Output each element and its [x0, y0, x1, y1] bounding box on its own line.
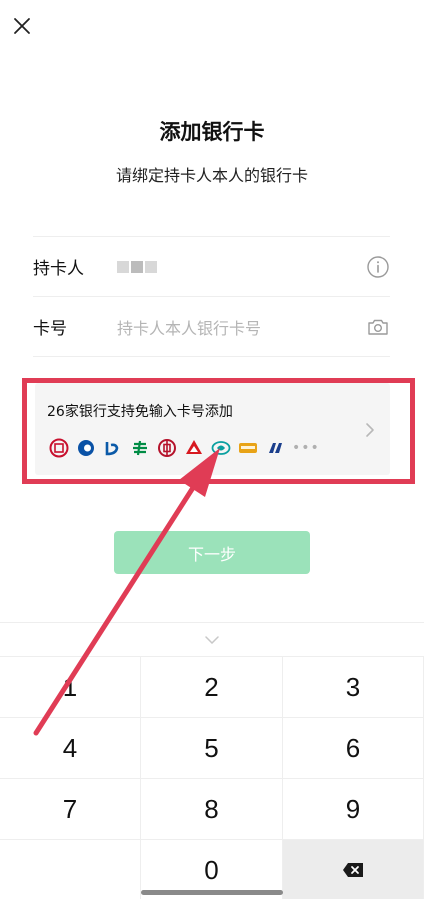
bank-logo-icon — [157, 438, 177, 458]
holder-name-masked — [117, 260, 366, 273]
home-indicator — [141, 890, 283, 895]
holder-info-button[interactable] — [366, 255, 390, 279]
key-delete[interactable] — [283, 840, 424, 899]
bank-logo-icon — [238, 438, 258, 458]
holder-row: 持卡人 — [33, 237, 390, 297]
holder-label: 持卡人 — [33, 259, 84, 279]
bank-logo-icon — [130, 438, 150, 458]
bank-logo-list: ••• — [49, 438, 320, 458]
scan-card-button[interactable] — [366, 315, 390, 339]
bank-logo-icon — [103, 438, 123, 458]
more-banks-indicator: ••• — [292, 440, 320, 456]
key-3[interactable]: 3 — [283, 657, 424, 718]
key-9[interactable]: 9 — [283, 779, 424, 840]
close-button[interactable] — [10, 14, 34, 38]
card-number-input[interactable]: 持卡人本人银行卡号 — [117, 315, 366, 339]
key-blank — [0, 840, 141, 899]
card-number-label: 卡号 — [33, 319, 67, 339]
keyboard-collapse-button[interactable] — [0, 623, 424, 657]
card-number-row[interactable]: 卡号 持卡人本人银行卡号 — [33, 297, 390, 357]
numeric-keyboard: 1 2 3 4 5 6 7 8 9 0 — [0, 622, 424, 899]
key-4[interactable]: 4 — [0, 718, 141, 779]
chevron-right-icon — [364, 421, 376, 439]
next-step-button[interactable]: 下一步 — [114, 531, 310, 574]
bank-logo-icon — [211, 438, 231, 458]
key-2[interactable]: 2 — [141, 657, 283, 718]
key-7[interactable]: 7 — [0, 779, 141, 840]
chevron-down-icon — [205, 635, 219, 644]
key-8[interactable]: 8 — [141, 779, 283, 840]
bank-logo-icon — [184, 438, 204, 458]
info-icon — [367, 255, 389, 278]
bank-logo-icon — [49, 438, 69, 458]
key-6[interactable]: 6 — [283, 718, 424, 779]
bank-logo-icon — [265, 438, 285, 458]
bank-logo-icon — [76, 438, 96, 458]
camera-icon — [368, 319, 388, 335]
card-form: 持卡人 卡号 持卡人本人银行卡号 — [33, 236, 390, 357]
close-icon — [14, 18, 30, 34]
key-5[interactable]: 5 — [141, 718, 283, 779]
quick-add-text: 26家银行支持免输入卡号添加 — [47, 404, 233, 420]
page-title: 添加银行卡 — [159, 120, 265, 144]
page-subtitle: 请绑定持卡人本人的银行卡 — [115, 166, 308, 185]
quick-add-banks-card[interactable]: 26家银行支持免输入卡号添加 ••• — [35, 383, 390, 475]
key-1[interactable]: 1 — [0, 657, 141, 718]
backspace-icon — [343, 863, 363, 877]
keyboard-grid: 1 2 3 4 5 6 7 8 9 0 — [0, 657, 424, 899]
